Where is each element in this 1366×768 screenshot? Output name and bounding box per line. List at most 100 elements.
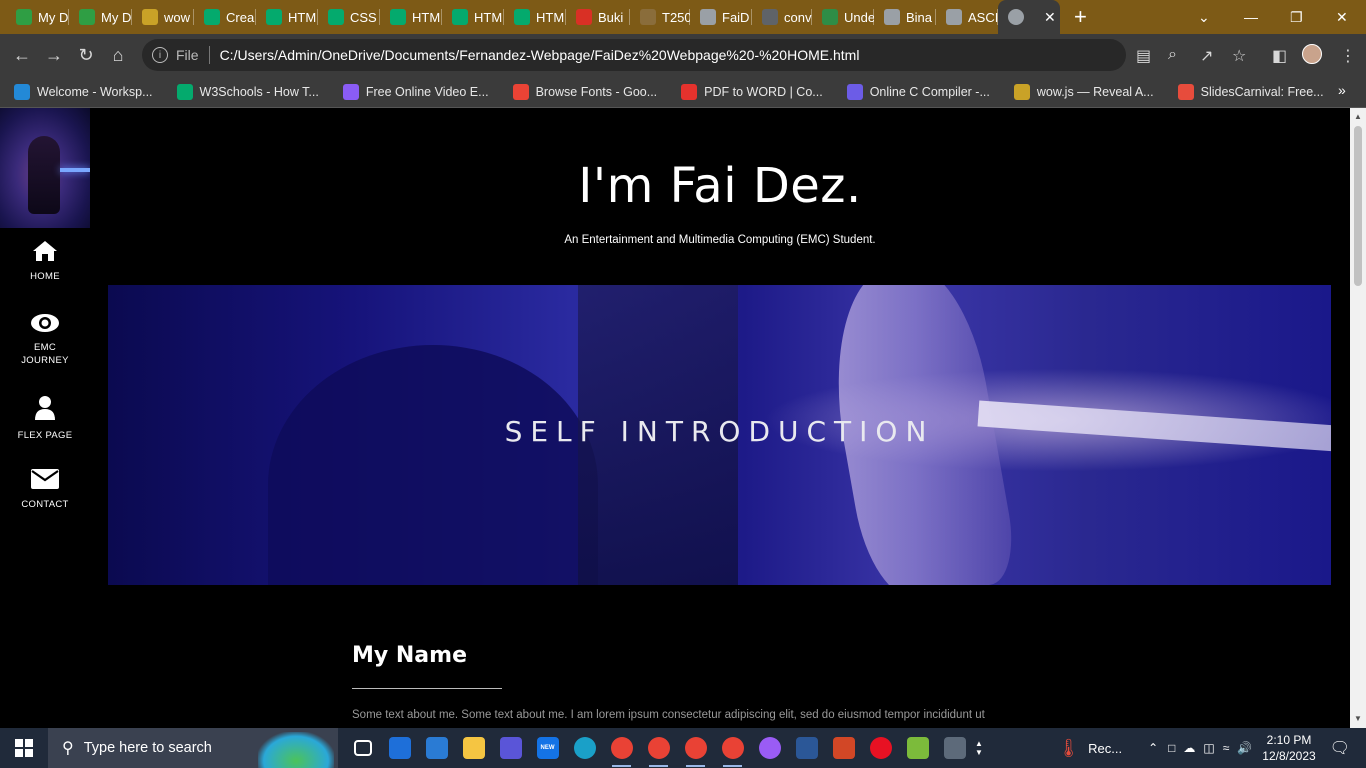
- sidebar: HOME EMC JOURNEY FLEX PAGE CONTACT: [0, 108, 90, 728]
- taskbar-app-button[interactable]: [936, 728, 973, 768]
- scroll-down-arrow-icon[interactable]: ▼: [1354, 714, 1362, 723]
- taskbar-app-button[interactable]: [455, 728, 492, 768]
- browser-tab[interactable]: Unde: [812, 0, 874, 34]
- start-button[interactable]: [0, 728, 48, 768]
- close-tab-icon[interactable]: ✕: [1044, 9, 1056, 26]
- taskbar-app-button[interactable]: [677, 728, 714, 768]
- bookmark-item[interactable]: SlidesCarnival: Free...: [1164, 83, 1324, 100]
- nav-item-contact[interactable]: CONTACT: [0, 468, 90, 511]
- zoom-icon[interactable]: ⌕: [1168, 46, 1177, 64]
- bookmark-label: Free Online Video E...: [365, 84, 489, 99]
- taskbar-search-box[interactable]: ⚲ Type here to search: [48, 728, 338, 768]
- browser-tab[interactable]: CSS: [318, 0, 380, 34]
- browser-tab[interactable]: ASCI: [936, 0, 998, 34]
- nav-item-emc-journey[interactable]: EMC JOURNEY: [0, 313, 90, 367]
- browser-tab[interactable]: My D: [6, 0, 69, 34]
- taskbar-app-button[interactable]: [788, 728, 825, 768]
- onedrive-icon[interactable]: ☁: [1183, 741, 1195, 755]
- profile-avatar[interactable]: [1302, 44, 1322, 64]
- tray-meet-icon[interactable]: □: [1168, 741, 1175, 755]
- bookmark-item[interactable]: PDF to WORD | Co...: [667, 83, 823, 100]
- browser-tab[interactable]: conv: [752, 0, 812, 34]
- bookmark-item[interactable]: Online C Compiler -...: [833, 83, 990, 100]
- notifications-icon[interactable]: 🗨: [1330, 738, 1350, 758]
- new-tab-button[interactable]: +: [1074, 4, 1087, 30]
- nav-item-home[interactable]: HOME: [0, 240, 90, 283]
- bookmark-item[interactable]: Browse Fonts - Goo...: [499, 83, 657, 100]
- weather-thermometer-icon[interactable]: 🌡: [1057, 738, 1080, 759]
- google-fonts-icon: [512, 83, 529, 100]
- banner-caption: SELF INTRODUCTION: [504, 415, 935, 448]
- taskbar-app-button[interactable]: [492, 728, 529, 768]
- bookmark-item[interactable]: Free Online Video E...: [329, 83, 489, 100]
- address-bar[interactable]: i File C:/Users/Admin/OneDrive/Documents…: [142, 39, 1126, 71]
- clock-time: 2:10 PM: [1266, 733, 1312, 747]
- browser-tab[interactable]: wow: [132, 0, 194, 34]
- taskbar-app-button[interactable]: [714, 728, 751, 768]
- forward-button[interactable]: →: [38, 45, 70, 66]
- minimize-icon[interactable]: —: [1244, 0, 1258, 34]
- browser-tab[interactable]: HTM: [256, 0, 318, 34]
- url-text[interactable]: C:/Users/Admin/OneDrive/Documents/Fernan…: [220, 47, 860, 63]
- side-panel-icon[interactable]: ◧: [1272, 46, 1287, 66]
- browser-tab[interactable]: Bina: [874, 0, 936, 34]
- reload-button[interactable]: ↻: [70, 45, 102, 66]
- bookmark-item[interactable]: W3Schools - How T...: [163, 83, 319, 100]
- share-icon[interactable]: ↗: [1200, 46, 1213, 66]
- pdf-heart-icon: [681, 83, 698, 100]
- taskbar-app-button[interactable]: [566, 728, 603, 768]
- bookmark-item[interactable]: wow.js — Reveal A...: [1000, 83, 1154, 100]
- browser-tab-label: Bina: [906, 9, 933, 25]
- taskbar-app-button[interactable]: NEW: [529, 728, 566, 768]
- browser-tab[interactable]: Buki: [566, 0, 630, 34]
- system-clock[interactable]: 2:10 PM 12/8/2023: [1262, 732, 1315, 764]
- taskbar-app-button[interactable]: [344, 728, 381, 768]
- nav-item-flex-page[interactable]: FLEX PAGE: [0, 395, 90, 442]
- recorder-icon: [869, 737, 892, 759]
- taskbar-app-button[interactable]: [751, 728, 788, 768]
- browser-tab[interactable]: My D: [69, 0, 132, 34]
- close-window-icon[interactable]: ✕: [1336, 0, 1348, 34]
- wifi-icon[interactable]: ≈: [1223, 741, 1230, 755]
- browser-tab-label: CSS: [350, 9, 377, 25]
- browser-tab[interactable]: HTM: [442, 0, 504, 34]
- taskbar-overflow-icon[interactable]: ▲ ▼: [975, 728, 987, 768]
- browser-tab[interactable]: T250: [630, 0, 690, 34]
- taskbar-app-button[interactable]: [825, 728, 862, 768]
- browser-tab[interactable]: HTM: [380, 0, 442, 34]
- back-button[interactable]: ←: [6, 45, 38, 66]
- translate-icon[interactable]: ▤: [1136, 46, 1151, 66]
- w3schools-icon: [204, 9, 220, 25]
- taskbar-app-button[interactable]: [640, 728, 677, 768]
- globe-icon: [946, 9, 962, 25]
- scrollbar-thumb[interactable]: [1354, 126, 1362, 286]
- maximize-icon[interactable]: ❐: [1290, 0, 1303, 34]
- browser-tab[interactable]: Crea: [194, 0, 256, 34]
- taskbar-app-button[interactable]: [418, 728, 455, 768]
- taskbar-app-button[interactable]: [603, 728, 640, 768]
- tab-search-icon[interactable]: ⌄: [1198, 0, 1210, 34]
- tray-chevron-up-icon[interactable]: ⌃: [1148, 741, 1158, 755]
- taskbar-app-button[interactable]: [381, 728, 418, 768]
- bookmarks-overflow-icon[interactable]: »: [1338, 82, 1346, 98]
- scroll-up-arrow-icon[interactable]: ▲: [1354, 112, 1362, 121]
- browser-toolbar: ← → ↻ ⌂ i File C:/Users/Admin/OneDrive/D…: [0, 34, 1366, 76]
- profile-photo: [0, 108, 90, 228]
- globe-icon: [700, 9, 716, 25]
- site-info-icon[interactable]: i: [152, 47, 168, 63]
- page-scrollbar[interactable]: ▲ ▼: [1350, 108, 1366, 728]
- more-menu-icon[interactable]: ⋮: [1340, 46, 1356, 66]
- battery-icon[interactable]: ◫: [1203, 741, 1214, 755]
- volume-icon[interactable]: 🔊: [1237, 741, 1252, 755]
- bookmark-item[interactable]: Welcome - Worksp...: [0, 83, 153, 100]
- browser-tab[interactable]: FaiD: [690, 0, 752, 34]
- browser-tab-active[interactable]: ✕: [998, 0, 1060, 34]
- taskbar-app-button[interactable]: [862, 728, 899, 768]
- powerpoint-icon: [832, 737, 855, 759]
- globe-icon: [884, 9, 900, 25]
- home-button[interactable]: ⌂: [102, 45, 134, 66]
- browser-tab[interactable]: HTM: [504, 0, 566, 34]
- weather-label[interactable]: Rec...: [1088, 741, 1122, 756]
- taskbar-app-button[interactable]: [899, 728, 936, 768]
- bookmark-star-icon[interactable]: ☆: [1232, 46, 1246, 66]
